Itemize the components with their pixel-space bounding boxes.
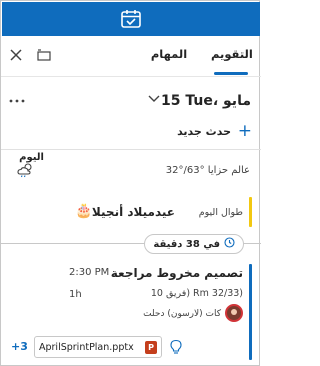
tab-bar: المهام التقويم bbox=[1, 37, 261, 77]
cake-icon: 🎂 bbox=[75, 203, 93, 219]
divider bbox=[1, 149, 261, 150]
powerpoint-icon: P bbox=[145, 341, 157, 354]
next-event-countdown: في 38 دقيقة bbox=[144, 234, 244, 254]
calendar-icon bbox=[120, 8, 142, 34]
avatar bbox=[225, 304, 243, 322]
new-event-button[interactable]: حدث جديد + bbox=[1, 122, 261, 144]
chevron-down-icon[interactable] bbox=[148, 95, 160, 103]
clock-icon bbox=[224, 237, 235, 251]
date-navigator: 15 Tue، مايو bbox=[1, 87, 261, 115]
event-time: 2:30 PM bbox=[69, 267, 110, 278]
calendar-header-bar bbox=[2, 2, 260, 36]
more-attachments-link[interactable]: +3 bbox=[11, 340, 28, 353]
tab-selected-indicator bbox=[214, 72, 248, 75]
event-organizer: كات (لارسون) دحلت bbox=[143, 309, 221, 319]
weather-text: 32°/63° عالم حزايا bbox=[165, 165, 250, 176]
birthday-event[interactable]: طوال اليوم عيدميلاد أنجيلا 🎂 bbox=[1, 197, 261, 231]
taskpane: المهام التقويم 15 Tue، مايو حدث جديد + ا… bbox=[0, 0, 261, 366]
attachment-file-name: AprilSprintPlan.pptx bbox=[39, 341, 134, 353]
close-icon[interactable] bbox=[9, 48, 23, 62]
attachments-row: +3 AprilSprintPlan.pptx P bbox=[1, 335, 261, 361]
attachment-chip[interactable]: AprilSprintPlan.pptx P bbox=[34, 336, 162, 358]
event-location: فريق 10) Rm 32/33) bbox=[150, 288, 243, 299]
plus-icon: + bbox=[237, 121, 252, 141]
new-event-label: حدث جديد bbox=[177, 125, 231, 138]
allday-label: طوال اليوم bbox=[198, 207, 243, 218]
birthday-title: عيدميلاد أنجيلا bbox=[91, 205, 175, 219]
tab-calendar[interactable]: التقويم bbox=[211, 47, 253, 61]
weather-icon bbox=[16, 162, 34, 178]
more-icon[interactable] bbox=[9, 95, 25, 107]
lightbulb-icon[interactable] bbox=[169, 339, 183, 359]
current-date[interactable]: 15 Tue، مايو bbox=[161, 93, 251, 109]
event-duration: 1h bbox=[69, 289, 82, 300]
event-color-bar bbox=[249, 197, 252, 227]
countdown-label: في 38 دقيقة bbox=[153, 238, 220, 250]
tab-tasks[interactable]: المهام bbox=[149, 47, 189, 61]
event-title: تصميم مخروط مراجعة bbox=[110, 266, 243, 280]
weather-row: 32°/63° عالم حزايا bbox=[1, 159, 261, 183]
popout-icon[interactable] bbox=[36, 48, 52, 62]
